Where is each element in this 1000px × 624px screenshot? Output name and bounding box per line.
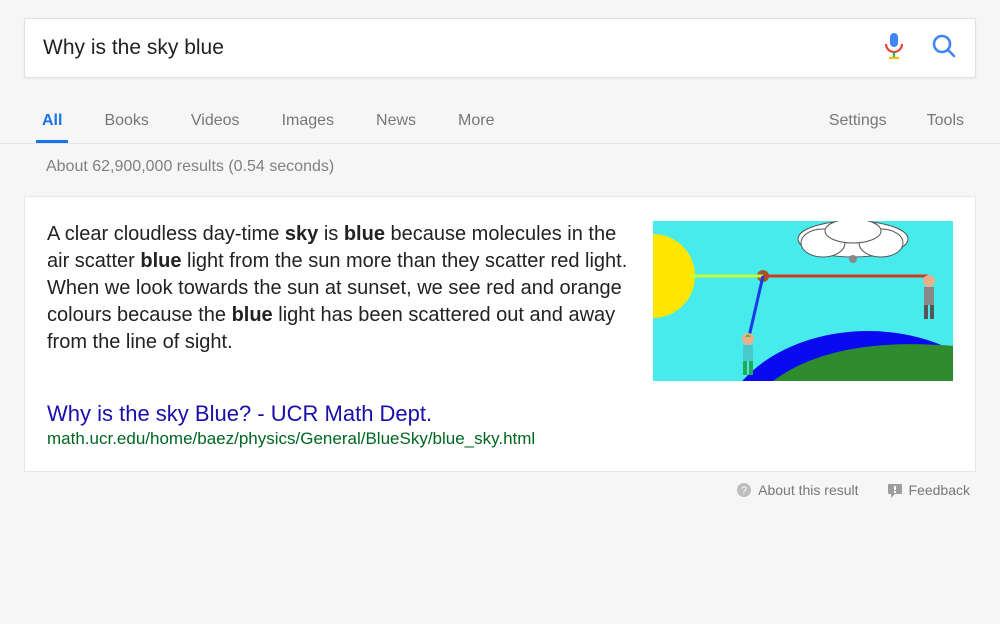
tab-videos[interactable]: Videos	[191, 98, 240, 142]
settings-link[interactable]: Settings	[829, 98, 887, 142]
snippet-illustration[interactable]	[653, 221, 953, 381]
snippet-bold: blue	[344, 223, 385, 245]
voice-search-icon[interactable]	[883, 32, 905, 65]
snippet-bold: blue	[232, 304, 273, 326]
help-icon: ?	[736, 482, 752, 498]
search-input[interactable]	[43, 36, 883, 60]
tab-all[interactable]: All	[42, 98, 62, 142]
tab-more[interactable]: More	[458, 98, 494, 142]
search-icon[interactable]	[931, 33, 957, 64]
featured-snippet-card: A clear cloudless day-time sky is blue b…	[24, 196, 976, 472]
snippet-text: A clear cloudless day-time sky is blue b…	[47, 221, 633, 381]
tab-books[interactable]: Books	[104, 98, 148, 142]
tab-news[interactable]: News	[376, 98, 416, 142]
feedback-link[interactable]: Feedback	[887, 482, 970, 498]
snippet-footer: ? About this result Feedback	[0, 472, 1000, 498]
snippet-bold: blue	[140, 250, 181, 272]
search-bar	[24, 18, 976, 78]
about-label: About this result	[758, 482, 858, 498]
snippet-bold: sky	[285, 223, 318, 245]
snippet-fragment: is	[318, 223, 344, 245]
feedback-icon	[887, 482, 903, 498]
result-stats: About 62,900,000 results (0.54 seconds)	[0, 144, 1000, 176]
result-title-link[interactable]: Why is the sky Blue? - UCR Math Dept.	[47, 401, 432, 427]
svg-text:?: ?	[741, 485, 747, 497]
search-tabs: All Books Videos Images News More Settin…	[0, 96, 1000, 144]
result-cite: math.ucr.edu/home/baez/physics/General/B…	[47, 429, 953, 449]
feedback-label: Feedback	[909, 482, 970, 498]
tab-images[interactable]: Images	[282, 98, 334, 142]
snippet-fragment: A clear cloudless day-time	[47, 223, 285, 245]
about-this-result-link[interactable]: ? About this result	[736, 482, 858, 498]
tools-link[interactable]: Tools	[927, 98, 964, 142]
